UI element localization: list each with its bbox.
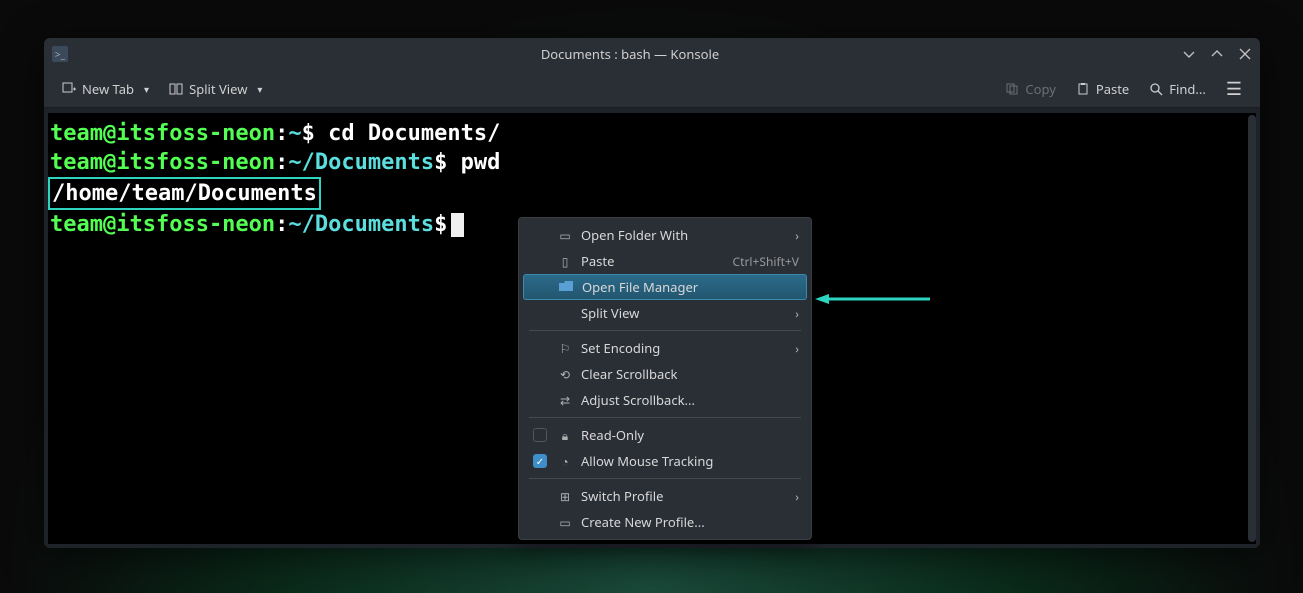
split-view-icon (169, 82, 183, 96)
menu-separator (529, 330, 801, 331)
menu-split-view[interactable]: Split View › (523, 300, 807, 326)
app-icon: >_ (52, 46, 68, 62)
menu-label: Read-Only (581, 426, 799, 444)
folder-icon (558, 279, 574, 295)
minimize-button[interactable] (1182, 47, 1196, 61)
new-tab-label: New Tab (82, 80, 134, 98)
menu-label: Adjust Scrollback... (581, 391, 799, 409)
chevron-right-icon: › (795, 227, 799, 244)
menu-separator (529, 478, 801, 479)
menu-label: Paste (581, 252, 725, 270)
terminal-line: /home/team/Documents (50, 177, 1254, 210)
copy-button[interactable]: Copy (997, 76, 1063, 102)
maximize-button[interactable] (1210, 47, 1224, 61)
split-view-button[interactable]: Split View ▾ (161, 76, 270, 102)
menu-read-only[interactable]: 🔒︎ Read-Only (523, 422, 807, 448)
clear-icon: ⟲ (557, 366, 573, 382)
find-label: Find... (1169, 80, 1206, 98)
menu-label: Open File Manager (582, 278, 798, 296)
menu-shortcut: Ctrl+Shift+V (733, 253, 799, 270)
pwd-output-highlight: /home/team/Documents (48, 177, 321, 210)
profile-icon: ⊞ (557, 488, 573, 504)
menu-label: Set Encoding (581, 339, 787, 357)
search-icon (1149, 82, 1163, 96)
menu-open-file-manager[interactable]: Open File Manager (523, 274, 807, 300)
menu-set-encoding[interactable]: ⚐ Set Encoding › (523, 335, 807, 361)
paste-icon: ▯ (557, 253, 573, 269)
new-profile-icon: ▭ (557, 514, 573, 530)
flag-icon: ⚐ (557, 340, 573, 356)
checkbox-unchecked (533, 428, 547, 442)
find-button[interactable]: Find... (1141, 76, 1214, 102)
close-button[interactable] (1238, 47, 1252, 61)
terminal-cursor (451, 213, 464, 237)
mouse-icon: ◔ (557, 453, 573, 469)
new-tab-icon (62, 82, 76, 96)
chevron-right-icon: › (795, 305, 799, 322)
toolbar: New Tab ▾ Split View ▾ Copy Paste Find..… (44, 70, 1260, 108)
menu-create-new-profile[interactable]: ▭ Create New Profile... (523, 509, 807, 535)
window-title: Documents : bash — Konsole (78, 45, 1182, 63)
menu-label: Open Folder With (581, 226, 787, 244)
copy-icon (1005, 82, 1019, 96)
copy-label: Copy (1025, 80, 1055, 98)
context-menu: ▭ Open Folder With › ▯ Paste Ctrl+Shift+… (518, 217, 812, 540)
paste-button[interactable]: Paste (1068, 76, 1137, 102)
menu-open-folder-with[interactable]: ▭ Open Folder With › (523, 222, 807, 248)
terminal-line: team@itsfoss-neon:~$ cd Documents/ (50, 119, 1254, 148)
menu-label: Switch Profile (581, 487, 787, 505)
lock-icon: 🔒︎ (557, 427, 573, 443)
adjust-icon: ⇄ (557, 392, 573, 408)
chevron-right-icon: › (795, 340, 799, 357)
hamburger-menu-button[interactable]: ☰ (1218, 73, 1250, 105)
menu-label: Create New Profile... (581, 513, 799, 531)
blank-icon (557, 305, 573, 321)
chevron-down-icon: ▾ (144, 82, 149, 96)
menu-label: Clear Scrollback (581, 365, 799, 383)
menu-label: Allow Mouse Tracking (581, 452, 799, 470)
titlebar[interactable]: >_ Documents : bash — Konsole (44, 38, 1260, 70)
split-view-label: Split View (189, 80, 247, 98)
menu-separator (529, 417, 801, 418)
paste-icon (1076, 82, 1090, 96)
scrollbar[interactable] (1248, 115, 1256, 542)
menu-switch-profile[interactable]: ⊞ Switch Profile › (523, 483, 807, 509)
menu-label: Split View (581, 304, 787, 322)
hamburger-icon: ☰ (1226, 77, 1242, 101)
menu-allow-mouse-tracking[interactable]: ✓ ◔ Allow Mouse Tracking (523, 448, 807, 474)
menu-paste[interactable]: ▯ Paste Ctrl+Shift+V (523, 248, 807, 274)
chevron-right-icon: › (795, 488, 799, 505)
new-tab-button[interactable]: New Tab ▾ (54, 76, 157, 102)
menu-adjust-scrollback[interactable]: ⇄ Adjust Scrollback... (523, 387, 807, 413)
menu-clear-scrollback[interactable]: ⟲ Clear Scrollback (523, 361, 807, 387)
paste-label: Paste (1096, 80, 1129, 98)
folder-open-icon: ▭ (557, 227, 573, 243)
checkbox-checked: ✓ (533, 454, 547, 468)
chevron-down-icon: ▾ (257, 82, 262, 96)
terminal-line: team@itsfoss-neon:~/Documents$ pwd (50, 148, 1254, 177)
